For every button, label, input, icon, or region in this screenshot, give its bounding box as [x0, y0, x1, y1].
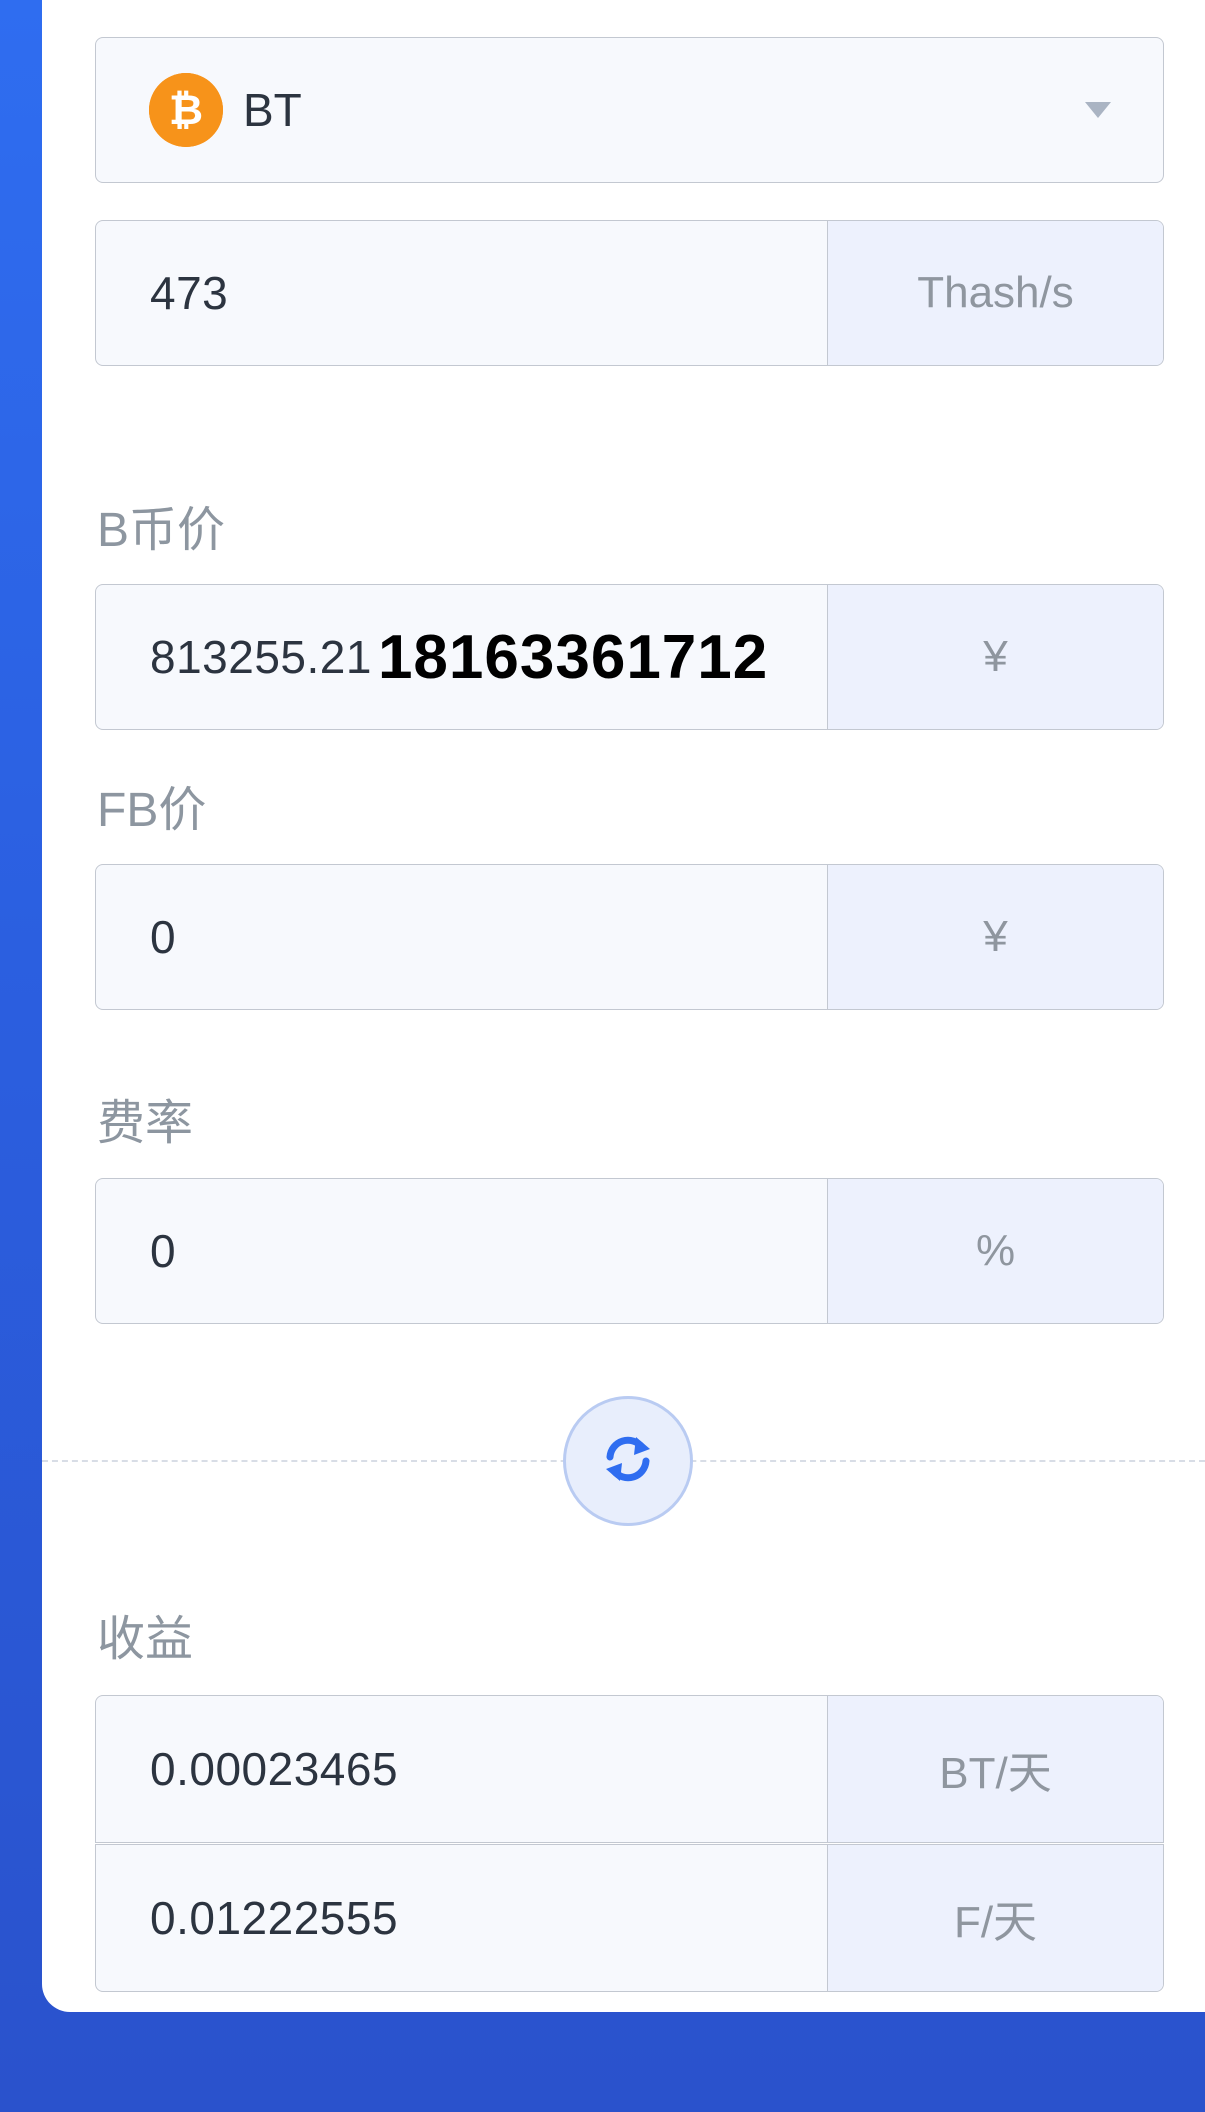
earnings-row: 0.01222555 F/天	[95, 1844, 1164, 1992]
earnings-unit: BT/天	[827, 1696, 1163, 1842]
coin-price-value: 813255.21	[150, 631, 372, 683]
swap-button[interactable]	[563, 1396, 693, 1526]
coin-price-unit: ¥	[827, 585, 1163, 729]
coin-price-overlay: 18163361712	[377, 622, 769, 692]
fb-price-field: 0 ¥	[95, 864, 1164, 1010]
fee-unit: %	[827, 1179, 1163, 1323]
hashrate-unit: Thash/s	[827, 221, 1163, 365]
earnings-label: 收益	[97, 1613, 194, 1666]
coin-select[interactable]: ₿ BT	[95, 37, 1164, 183]
coin-price-field: 813255.21 18163361712 ¥	[95, 584, 1164, 730]
coin-price-label: B币价	[97, 504, 226, 557]
coin-name: BT	[243, 84, 302, 136]
earnings-unit: F/天	[827, 1845, 1163, 1991]
hashrate-input[interactable]: 473	[150, 221, 228, 365]
earnings-value: 0.01222555	[150, 1892, 399, 1944]
caret-down-icon[interactable]	[1085, 102, 1111, 118]
fee-input[interactable]: 0	[150, 1179, 176, 1323]
earnings-value: 0.00023465	[150, 1743, 399, 1795]
earnings-row: 0.00023465 BT/天	[95, 1695, 1164, 1843]
bitcoin-symbol: ₿	[169, 85, 203, 134]
fb-price-input[interactable]: 0	[150, 865, 176, 1009]
swap-icon	[596, 1427, 660, 1496]
fee-field: 0 %	[95, 1178, 1164, 1324]
bitcoin-icon: ₿	[149, 73, 223, 147]
fb-price-unit: ¥	[827, 865, 1163, 1009]
fb-price-label: FB价	[97, 784, 207, 837]
hashrate-field: 473 Thash/s	[95, 220, 1164, 366]
coin-price-input[interactable]: 813255.21 18163361712	[150, 585, 768, 729]
fee-label: 费率	[97, 1097, 194, 1150]
